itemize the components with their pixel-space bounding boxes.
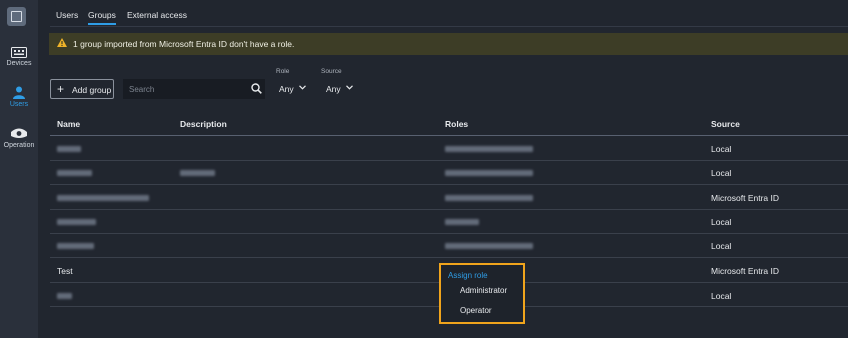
column-header-name[interactable]: Name bbox=[57, 119, 80, 129]
search-input[interactable] bbox=[123, 79, 265, 99]
row-source: Local bbox=[711, 217, 732, 227]
user-icon bbox=[13, 86, 25, 99]
row-name: Test bbox=[57, 266, 73, 276]
row-source: Microsoft Entra ID bbox=[711, 266, 780, 276]
banner-text: 1 group imported from Microsoft Entra ID… bbox=[73, 39, 295, 49]
row-source: Local bbox=[711, 168, 732, 178]
redacted-name bbox=[57, 243, 94, 249]
redacted-roles bbox=[445, 170, 533, 176]
operation-icon bbox=[11, 128, 27, 138]
redacted-description bbox=[180, 170, 215, 176]
redacted-roles bbox=[445, 195, 533, 201]
add-group-button[interactable]: + Add group bbox=[50, 79, 114, 99]
redacted-roles bbox=[445, 146, 533, 152]
sidebar-item-operation[interactable]: Operation bbox=[0, 127, 38, 149]
redacted-name bbox=[57, 146, 81, 152]
redacted-name bbox=[57, 219, 96, 225]
role-option-operator[interactable]: Operator bbox=[460, 306, 492, 315]
app-logo-icon[interactable] bbox=[7, 7, 26, 26]
row-source: Local bbox=[711, 291, 732, 301]
row-divider bbox=[50, 257, 848, 258]
redacted-name bbox=[57, 293, 72, 299]
redacted-roles bbox=[445, 219, 479, 225]
redacted-roles bbox=[445, 243, 533, 249]
sidebar-item-label: Devices bbox=[6, 60, 32, 67]
row-source: Local bbox=[711, 241, 732, 251]
role-filter-label: Role bbox=[276, 68, 290, 75]
role-option-administrator[interactable]: Administrator bbox=[460, 286, 507, 295]
tab-users[interactable]: Users bbox=[56, 10, 78, 20]
column-header-source[interactable]: Source bbox=[711, 119, 740, 129]
source-filter-value[interactable]: Any bbox=[326, 84, 341, 94]
sidebar-item-label: Users bbox=[9, 101, 29, 108]
assign-role-title[interactable]: Assign role bbox=[448, 271, 488, 280]
chevron-down-icon[interactable] bbox=[346, 85, 353, 90]
plus-icon: + bbox=[57, 82, 65, 96]
column-header-roles[interactable]: Roles bbox=[445, 119, 468, 129]
header-divider bbox=[50, 135, 848, 136]
role-filter-value[interactable]: Any bbox=[279, 84, 294, 94]
add-group-label: Add group bbox=[72, 85, 112, 95]
warning-banner: 1 group imported from Microsoft Entra ID… bbox=[49, 33, 848, 55]
sidebar-item-users[interactable]: Users bbox=[0, 86, 38, 108]
assign-role-menu: Assign role Administrator Operator bbox=[439, 263, 525, 324]
row-divider bbox=[50, 184, 848, 185]
row-divider bbox=[50, 209, 848, 210]
column-header-description[interactable]: Description bbox=[180, 119, 227, 129]
chevron-down-icon[interactable] bbox=[299, 85, 306, 90]
row-source: Local bbox=[711, 144, 732, 154]
tab-external-access[interactable]: External access bbox=[127, 10, 187, 20]
sidebar-item-devices[interactable]: Devices bbox=[0, 47, 38, 67]
search-icon[interactable] bbox=[251, 83, 262, 94]
sidebar-item-label: Operation bbox=[3, 142, 35, 149]
tabs-divider bbox=[50, 26, 848, 27]
row-divider bbox=[50, 233, 848, 234]
redacted-name bbox=[57, 170, 92, 176]
left-rail: Devices Users Operation bbox=[0, 0, 38, 338]
devices-icon bbox=[11, 47, 27, 58]
row-divider bbox=[50, 160, 848, 161]
warning-icon bbox=[57, 38, 67, 47]
source-filter-label: Source bbox=[321, 68, 342, 75]
redacted-name bbox=[57, 195, 149, 201]
tab-groups[interactable]: Groups bbox=[88, 10, 116, 25]
row-source: Microsoft Entra ID bbox=[711, 193, 780, 203]
